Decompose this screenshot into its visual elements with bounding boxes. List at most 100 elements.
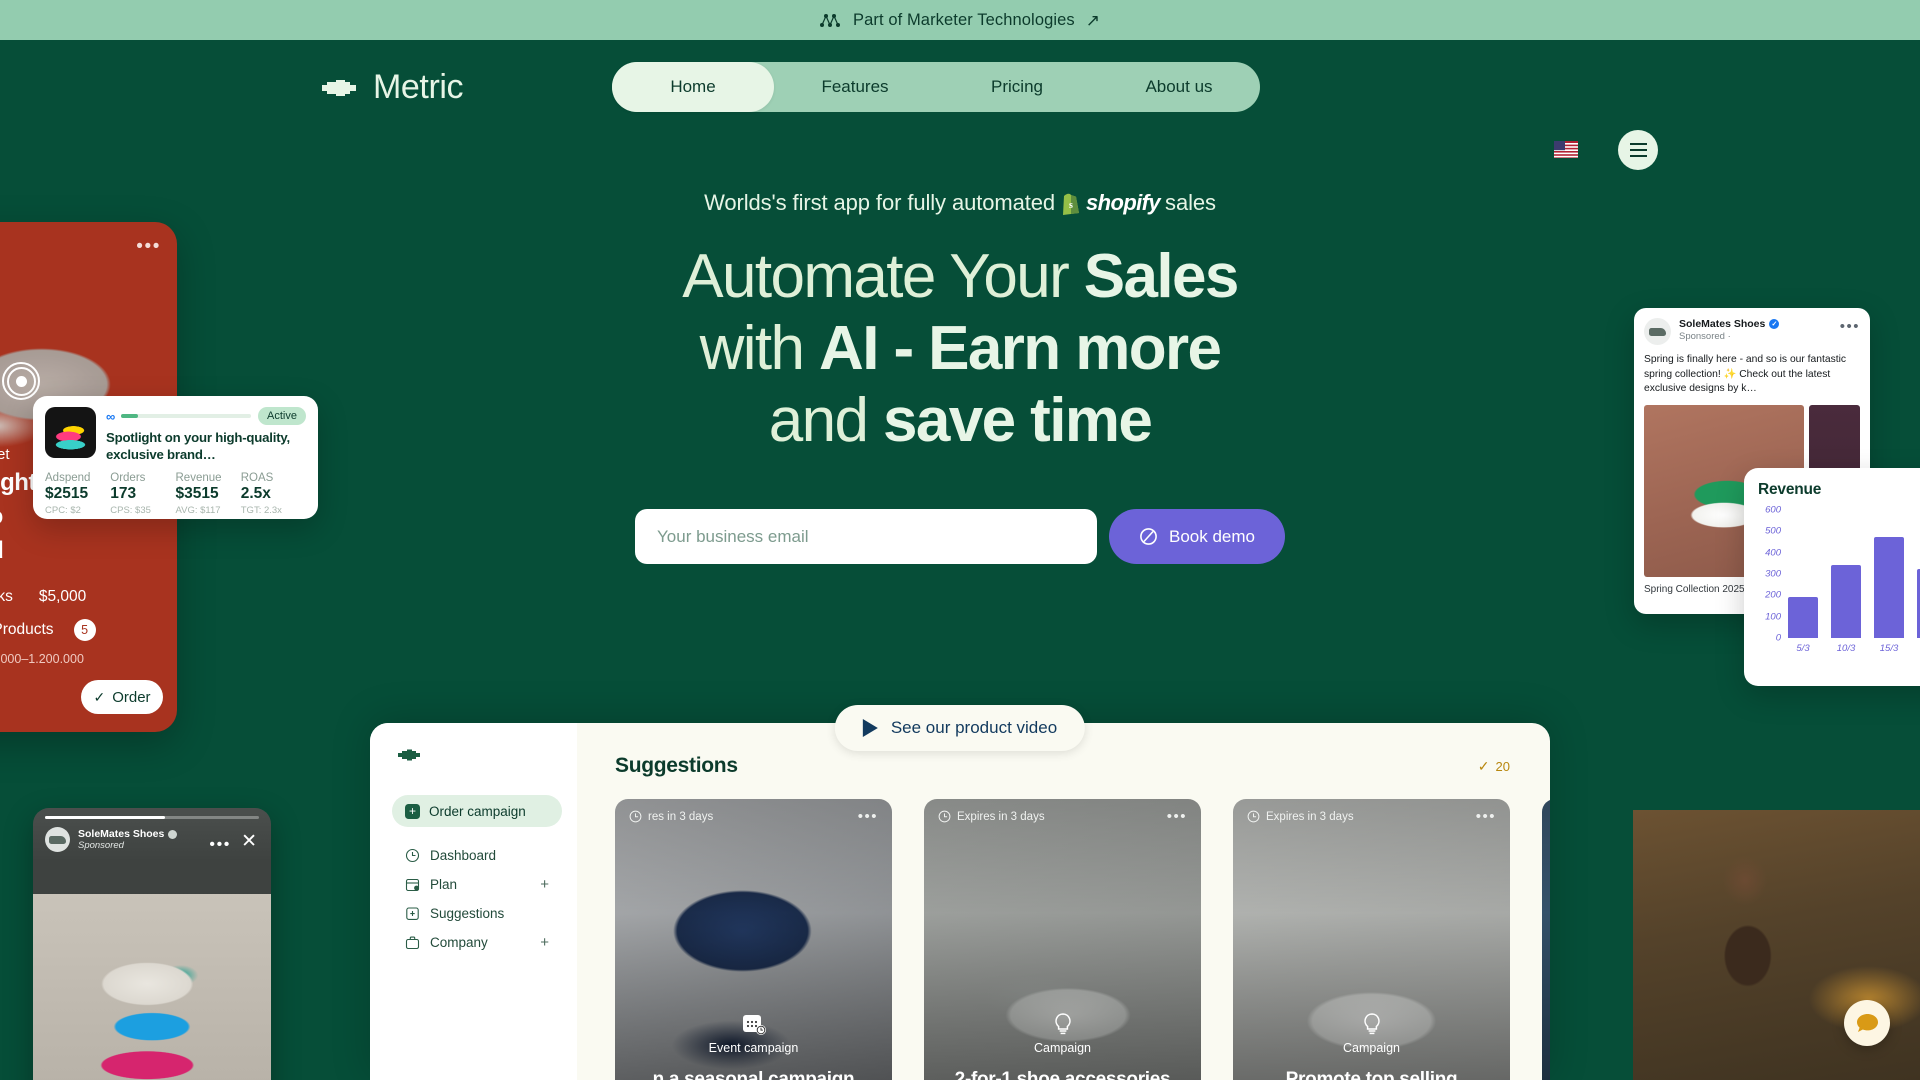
suggestion-card[interactable]: res in 3 days ••• Event campaign n a sea…	[615, 799, 892, 1080]
chart-y-axis: 0 100 200 300 400 500 600	[1758, 505, 1784, 644]
chart-x-tick: 15/3	[1879, 643, 1899, 654]
nav-item-features[interactable]: Features	[774, 62, 936, 112]
plus-icon[interactable]: +	[540, 876, 549, 893]
sidebar-item-plan[interactable]: Plan +	[392, 870, 562, 899]
suggestion-cards: res in 3 days ••• Event campaign n a sea…	[577, 778, 1550, 1080]
svg-text:s: s	[1069, 200, 1073, 211]
lightbulb-box-icon	[406, 907, 419, 920]
check-icon: ✓	[1477, 757, 1490, 774]
card-caption: 2-for-1 shoe accessories	[954, 1069, 1171, 1080]
suggestion-card[interactable]: Expires in 3 days ••• Campaign 2-for-1 s…	[924, 799, 1201, 1080]
card-badge: Campaign	[1233, 1010, 1510, 1055]
top-announcement-bar[interactable]: Part of Marketer Technologies ↗	[0, 0, 1920, 40]
shopify-bag-icon: s	[1063, 193, 1080, 215]
briefcase-icon	[405, 936, 420, 950]
chart-y-tick: 200	[1765, 589, 1781, 601]
headline-bold-ai-earn: AI - Earn more	[819, 314, 1222, 383]
hero-eyebrow-before: Worlds's first app for fully automated	[704, 190, 1056, 215]
plus-icon[interactable]: +	[540, 934, 549, 951]
us-flag-icon[interactable]	[1554, 141, 1578, 158]
card-expiry: Expires in 3 days	[938, 810, 1045, 823]
more-options-icon[interactable]: •••	[1476, 808, 1496, 825]
plus-square-icon: +	[405, 803, 420, 819]
headline-bold-save-time: save time	[883, 386, 1153, 455]
suggestions-count-value: 20	[1495, 758, 1510, 774]
demo-circle-icon	[1140, 528, 1157, 545]
top-banner-text: Part of Marketer Technologies	[852, 10, 1075, 29]
headline-line-2: with	[699, 314, 820, 383]
nav-item-home[interactable]: Home	[612, 62, 774, 112]
book-demo-button[interactable]: Book demo	[1109, 509, 1285, 564]
card-caption: Women's sneakers	[1542, 1069, 1550, 1080]
story-sponsored-label: Sponsored	[78, 840, 124, 851]
retarget-order-row: ✓ Order	[0, 680, 163, 714]
chart-bar	[1788, 597, 1818, 638]
card-expiry: Expires in 3 days	[1247, 810, 1354, 823]
check-icon: ✓	[93, 688, 106, 705]
chart-bars	[1788, 510, 1920, 638]
sidebar-item-dashboard[interactable]: Dashboard	[392, 841, 562, 870]
nav-pill: Home Features Pricing About us	[612, 62, 1260, 112]
order-button[interactable]: ✓ Order	[81, 680, 163, 714]
sidebar-item-label: Dashboard	[430, 848, 497, 863]
product-video-button[interactable]: See our product video	[834, 705, 1086, 751]
more-options-icon[interactable]: •••	[858, 808, 878, 825]
headline-bold-sales: Sales	[1083, 242, 1240, 311]
hamburger-menu-icon[interactable]	[1618, 130, 1658, 170]
story-header: SoleMates Shoes Sponsored	[45, 827, 178, 852]
calendar-clock-icon	[742, 1015, 766, 1035]
lightbulb-icon	[1054, 1013, 1071, 1035]
sidebar-item-label: Company	[430, 935, 488, 950]
retarget-duration: 3 weeks	[0, 588, 13, 605]
chart-x-axis: 5/310/315/320/3	[1788, 643, 1920, 654]
arrow-up-right-icon: ↗	[1085, 10, 1101, 30]
close-icon[interactable]: ✕	[241, 832, 257, 851]
more-options-icon[interactable]: •••	[209, 836, 231, 854]
product-video-label: See our product video	[890, 718, 1058, 737]
hero-eyebrow: Worlds's first app for fully automated s…	[704, 190, 1216, 216]
chart-y-tick: 600	[1765, 504, 1781, 516]
hero-cta-row: Book demo	[0, 509, 1920, 564]
retarget-duration-row: 3 weeks $5,000	[0, 588, 163, 606]
chart-plot-area: 0100200300400500600 5/310/315/320/3	[1758, 505, 1920, 654]
clock-icon	[629, 810, 642, 823]
retarget-card-bottom: 3 weeks $5,000 5x Products 5 ch: 500.000…	[0, 574, 177, 732]
card-badge-label: Event campaign	[708, 1041, 799, 1055]
hero-eyebrow-after: sales	[1165, 190, 1216, 215]
nav-item-about-us[interactable]: About us	[1098, 62, 1260, 112]
instagram-story-card[interactable]: SoleMates Shoes Sponsored ••• ✕	[33, 808, 271, 1080]
chart-y-tick: 400	[1765, 547, 1781, 559]
chart-y-tick: 0	[1775, 632, 1781, 644]
nav-item-pricing[interactable]: Pricing	[936, 62, 1098, 112]
sidebar-items: + Order campaign Dashboard Plan + Sugges…	[392, 795, 562, 957]
suggestion-card[interactable]: Expires in 3 days ••• Campaign Promote t…	[1233, 799, 1510, 1080]
brand-logo[interactable]: Metric	[318, 68, 464, 107]
retarget-budget: $5,000	[38, 588, 87, 605]
more-options-icon[interactable]: •••	[1167, 808, 1187, 825]
clock-icon	[405, 848, 420, 863]
dashboard-preview: + Order campaign Dashboard Plan + Sugges…	[370, 723, 1550, 1080]
sidebar-item-suggestions[interactable]: Suggestions	[392, 899, 562, 928]
dashboard-sidebar: + Order campaign Dashboard Plan + Sugges…	[370, 723, 577, 1080]
sidebar-item-company[interactable]: Company +	[392, 928, 562, 957]
story-image	[33, 894, 271, 1080]
hero-headline: Automate Your Sales with AI - Earn more …	[0, 241, 1920, 457]
suggestion-card[interactable]: Expires in 3 days ••• Event campaign Wom…	[1542, 799, 1550, 1080]
card-badge: Event campaign	[1542, 1010, 1550, 1055]
sidebar-order-campaign-button[interactable]: + Order campaign	[392, 795, 562, 827]
chart-x-tick: 5/3	[1796, 643, 1810, 654]
email-input[interactable]	[635, 509, 1097, 564]
page-title: Suggestions	[615, 754, 738, 777]
chat-widget-button[interactable]	[1844, 1000, 1890, 1046]
sidebar-order-campaign-label: Order campaign	[429, 803, 526, 819]
story-progress-bar	[45, 816, 259, 819]
clock-icon	[938, 810, 951, 823]
lightbulb-icon	[1363, 1013, 1380, 1035]
play-icon	[862, 719, 878, 737]
chart-title: Revenue	[1758, 481, 1822, 498]
metric-logo	[398, 749, 420, 761]
chart-y-tick: 500	[1765, 525, 1781, 537]
headline-line-1: Automate Your	[682, 242, 1084, 311]
card-badge-label: Campaign	[1343, 1041, 1400, 1055]
chart-y-tick: 100	[1765, 611, 1781, 623]
